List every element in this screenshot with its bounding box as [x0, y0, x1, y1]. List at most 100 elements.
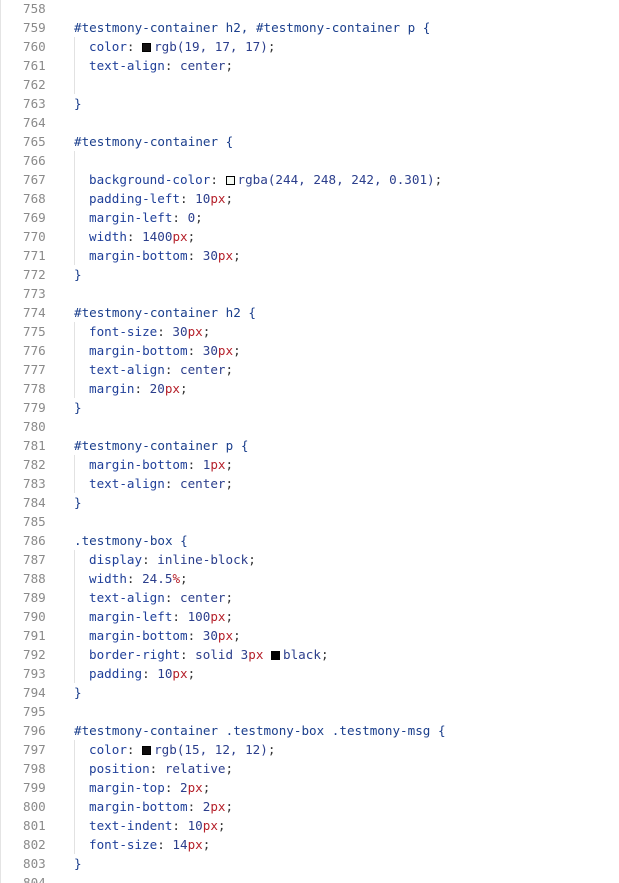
code-text: width: 24.5%;	[89, 569, 188, 588]
code-text: margin-bottom: 30px;	[89, 626, 241, 645]
code-line[interactable]: 765 #testmony-container {	[1, 132, 619, 151]
code-line[interactable]: 786 .testmony-box {	[1, 531, 619, 550]
line-number: 785	[23, 514, 46, 529]
css-property: color	[89, 39, 127, 54]
line-number: 774	[23, 305, 46, 320]
punctuation: :	[172, 609, 188, 624]
color-swatch-icon[interactable]	[271, 651, 281, 660]
line-number: 766	[23, 153, 46, 168]
color-swatch-icon[interactable]	[142, 746, 152, 755]
code-line[interactable]: 784}	[1, 493, 619, 512]
css-property: color	[89, 742, 127, 757]
code-line[interactable]: 785	[1, 512, 619, 531]
brace: }	[74, 96, 82, 111]
code-line[interactable]: 769 margin-left: 0;	[1, 208, 619, 227]
punctuation: ;	[202, 837, 211, 852]
punctuation: :	[126, 39, 143, 54]
code-line[interactable]: 794}	[1, 683, 619, 702]
css-value: 20	[149, 381, 165, 396]
code-line[interactable]: 773	[1, 284, 619, 303]
code-line[interactable]: 783 text-align: center;	[1, 474, 619, 493]
line-number: 777	[23, 362, 46, 377]
line-number: 769	[23, 210, 46, 225]
brace: {	[240, 438, 249, 453]
punctuation: ;	[233, 628, 241, 643]
code-line[interactable]: 799 margin-top: 2px;	[1, 778, 619, 797]
punctuation: :	[187, 799, 203, 814]
color-swatch-icon[interactable]	[142, 43, 152, 52]
code-line[interactable]: 793 padding: 10px;	[1, 664, 619, 683]
css-unit: px	[210, 191, 226, 206]
punctuation: ;	[180, 571, 188, 586]
line-number: 772	[23, 267, 46, 282]
css-property: text-align	[89, 590, 165, 605]
code-line[interactable]: 771 margin-bottom: 30px;	[1, 246, 619, 265]
code-line[interactable]: 804	[1, 873, 619, 883]
code-line[interactable]: 764	[1, 113, 619, 132]
code-text: text-align: center;	[89, 474, 233, 493]
css-value: center	[180, 476, 226, 491]
code-line[interactable]: 767 background-color: rgba(244, 248, 242,…	[1, 170, 619, 189]
css-property: text-align	[89, 476, 165, 491]
code-line[interactable]: 800 margin-bottom: 2px;	[1, 797, 619, 816]
code-line[interactable]: 766	[1, 151, 619, 170]
brace: }	[74, 856, 82, 871]
css-property: margin-top	[89, 780, 165, 795]
code-line[interactable]: 777 text-align: center;	[1, 360, 619, 379]
code-line[interactable]: 797 color: rgb(15, 12, 12);	[1, 740, 619, 759]
code-line[interactable]: 761 text-align: center;	[1, 56, 619, 75]
code-line[interactable]: 758	[1, 0, 619, 18]
code-line[interactable]: 781 #testmony-container p {	[1, 436, 619, 455]
code-editor[interactable]: 758 759 #testmony-container h2, #testmony-…	[0, 0, 619, 883]
code-line[interactable]: 779}	[1, 398, 619, 417]
code-line[interactable]: 762	[1, 75, 619, 94]
code-line[interactable]: 789 text-align: center;	[1, 588, 619, 607]
css-value: 14	[172, 837, 188, 852]
code-line[interactable]: 791 margin-bottom: 30px;	[1, 626, 619, 645]
code-line[interactable]: 760 color: rgb(19, 17, 17);	[1, 37, 619, 56]
code-line[interactable]: 802 font-size: 14px;	[1, 835, 619, 854]
code-line[interactable]: 772}	[1, 265, 619, 284]
code-line[interactable]: 803}	[1, 854, 619, 873]
code-line[interactable]: 770 width: 1400px;	[1, 227, 619, 246]
code-line[interactable]: 796 #testmony-container .testmony-box .te…	[1, 721, 619, 740]
line-number: 791	[23, 628, 46, 643]
code-line[interactable]: 780	[1, 417, 619, 436]
punctuation: :	[126, 742, 143, 757]
code-line[interactable]: 792 border-right: solid 3px black;	[1, 645, 619, 664]
css-property: background-color	[89, 172, 211, 187]
line-number: 794	[23, 685, 46, 700]
code-line[interactable]: 774 #testmony-container h2 {	[1, 303, 619, 322]
line-number: 781	[23, 438, 46, 453]
css-property: display	[89, 552, 143, 567]
code-line[interactable]: 778 margin: 20px;	[1, 379, 619, 398]
css-value: 10	[195, 191, 211, 206]
punctuation: ;	[225, 799, 234, 814]
line-number: 798	[23, 761, 46, 776]
code-line[interactable]: 795	[1, 702, 619, 721]
code-line[interactable]: 788 width: 24.5%;	[1, 569, 619, 588]
code-line[interactable]: 759 #testmony-container h2, #testmony-con…	[1, 18, 619, 37]
css-property: margin-left	[89, 210, 173, 225]
code-line[interactable]: 798 position: relative;	[1, 759, 619, 778]
line-number: 758	[23, 1, 46, 16]
punctuation: :	[126, 229, 143, 244]
line-number: 770	[23, 229, 46, 244]
code-line[interactable]: 787 display: inline-block;	[1, 550, 619, 569]
code-line[interactable]: 763}	[1, 94, 619, 113]
code-text: margin-bottom: 30px;	[89, 246, 241, 265]
line-number: 804	[23, 875, 46, 883]
code-line[interactable]: 776 margin-bottom: 30px;	[1, 341, 619, 360]
brace: }	[74, 267, 82, 282]
code-text: text-align: center;	[89, 588, 233, 607]
line-number: 790	[23, 609, 46, 624]
code-line[interactable]: 775 font-size: 30px;	[1, 322, 619, 341]
css-value: 10	[157, 666, 173, 681]
code-line[interactable]: 768 padding-left: 10px;	[1, 189, 619, 208]
code-line[interactable]: 790 margin-left: 100px;	[1, 607, 619, 626]
code-text: margin-bottom: 2px;	[89, 797, 233, 816]
color-swatch-icon[interactable]	[225, 176, 235, 185]
code-line[interactable]: 801 text-indent: 10px;	[1, 816, 619, 835]
punctuation: :	[187, 343, 203, 358]
code-line[interactable]: 782 margin-bottom: 1px;	[1, 455, 619, 474]
